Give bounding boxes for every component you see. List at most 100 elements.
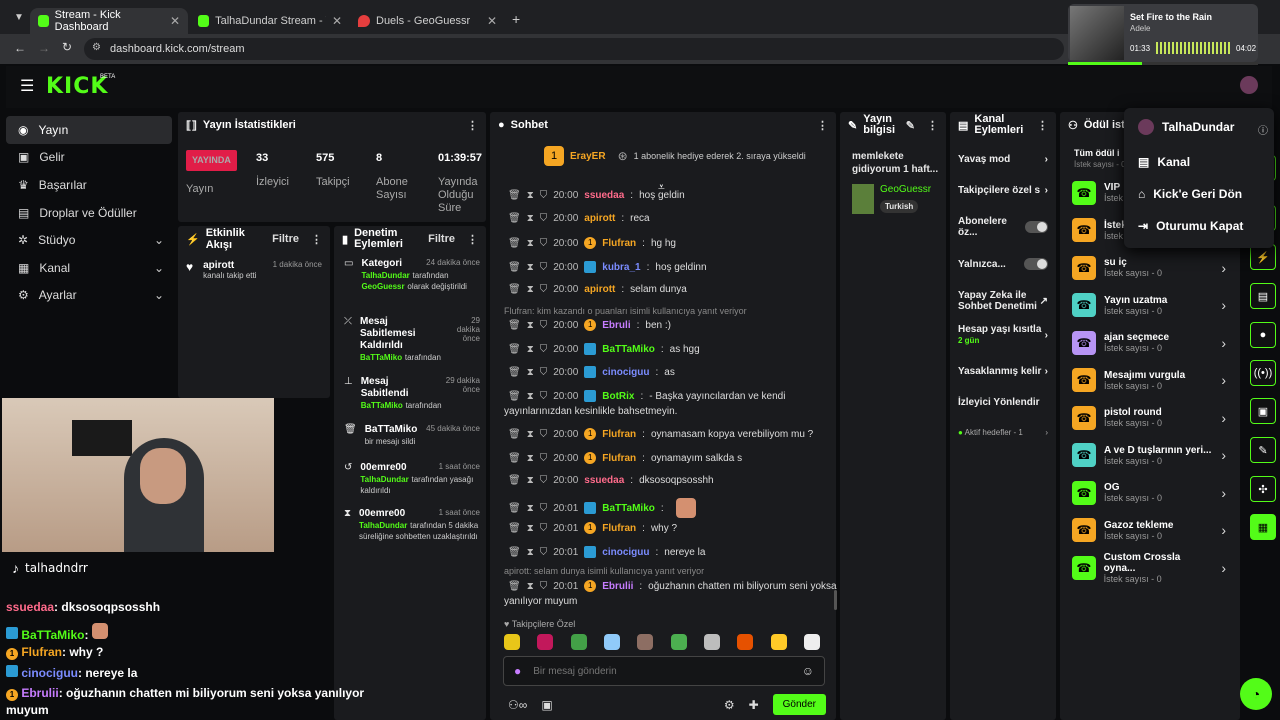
mic-icon[interactable]: ● (514, 664, 521, 678)
emote-icon[interactable] (670, 634, 687, 650)
timeout-hourglass-icon[interactable]: ⧗ (527, 391, 534, 402)
delete-message-icon[interactable]: 🗑 (508, 547, 521, 558)
emote-icon[interactable] (570, 634, 587, 650)
delete-message-icon[interactable]: 🗑 (508, 262, 521, 273)
tab-list-chevron-icon[interactable]: ▼ (14, 12, 24, 23)
ban-shield-icon[interactable]: ⛉ (540, 523, 548, 534)
action-subscribers-only[interactable]: Abonelere öz... (950, 206, 1056, 248)
menu-item-logout[interactable]: ⇥ Oturumu Kapat (1124, 210, 1274, 242)
user-avatar[interactable] (1240, 76, 1258, 94)
timeout-hourglass-icon[interactable]: ⧗ (527, 213, 534, 224)
emote-icon[interactable] (537, 634, 554, 650)
message-username[interactable]: Flufran (602, 238, 636, 249)
timeout-hourglass-icon[interactable]: ⧗ (527, 367, 534, 378)
timeout-hourglass-icon[interactable]: ⧗ (527, 284, 534, 295)
action-slow-mode[interactable]: Yavaş mod › (950, 144, 1056, 175)
message-username[interactable]: Ebruli (602, 320, 630, 331)
message-username[interactable]: BaTTaMiko (602, 344, 655, 355)
message-username[interactable]: ssuedaa (584, 190, 624, 201)
ban-shield-icon[interactable]: ⛉ (540, 320, 548, 331)
emote-icon[interactable] (637, 634, 654, 650)
ban-shield-icon[interactable]: ⛉ (540, 262, 548, 273)
ban-shield-icon[interactable]: ⛉ (540, 547, 548, 558)
shop-icon[interactable]: ▣ (541, 698, 552, 712)
new-tab-plus-icon[interactable]: + (512, 11, 520, 27)
support-chat-button[interactable]: ◔ (1240, 678, 1272, 710)
sidebar-item-yayin[interactable]: ◉ Yayın (6, 116, 172, 144)
ban-shield-icon[interactable]: ⛉ (540, 503, 548, 514)
category-name[interactable]: GeoGuessr (880, 184, 931, 195)
ban-shield-icon[interactable]: ⛉ (540, 391, 548, 402)
sidebar-item-basarilar[interactable]: ♛ Başarılar (6, 171, 172, 199)
action-ai-moderation[interactable]: Yapay Zeka ile Sohbet Denetimi ↗ (950, 280, 1056, 322)
message-username[interactable]: cinociguu (602, 367, 649, 378)
menu-item-back-to-kick[interactable]: ⌂ Kick'e Geri Dön (1124, 178, 1274, 210)
message-username[interactable]: Flufran (602, 429, 636, 440)
message-username[interactable]: apirott (584, 213, 615, 224)
more-options-icon[interactable]: ⋮ (467, 119, 478, 132)
browser-tab-kick-dashboard[interactable]: Stream - Kick Dashboard ✕ (30, 8, 188, 34)
timeout-hourglass-icon[interactable]: ⧗ (527, 503, 534, 514)
delete-message-icon[interactable]: 🗑 (508, 238, 521, 249)
sidebar-item-gelir[interactable]: ▣ Gelir (6, 144, 172, 172)
timeout-hourglass-icon[interactable]: ⧗ (527, 581, 534, 592)
reward-item[interactable]: ☎ Gazoz tekleme İstek sayısı - 0 › (1060, 512, 1240, 550)
message-username[interactable]: BaTTaMiko (602, 503, 655, 514)
reward-item[interactable]: ☎ Mesajımı vurgula İstek sayısı - 0 › (1060, 362, 1240, 400)
action-goals[interactable]: ● Aktif hedefler - 1 › (950, 418, 1056, 447)
delete-message-icon[interactable]: 🗑 (508, 429, 521, 440)
reward-item[interactable]: ☎ OG İstek sayısı - 0 › (1060, 474, 1240, 512)
ban-shield-icon[interactable]: ⛉ (540, 581, 548, 592)
delete-message-icon[interactable]: 🗑 (508, 453, 521, 464)
reward-item[interactable]: ☎ Yayın uzatma İstek sayısı - 0 › (1060, 287, 1240, 325)
chat-scrollbar[interactable] (834, 590, 837, 610)
ban-shield-icon[interactable]: ⛉ (540, 429, 548, 440)
filter-button[interactable]: Filtre (272, 233, 299, 246)
ban-shield-icon[interactable]: ⛉ (540, 475, 548, 486)
timeout-hourglass-icon[interactable]: ⧗ (527, 523, 534, 534)
message-username[interactable]: Ebrulii (602, 581, 633, 592)
close-tab-icon[interactable]: ✕ (487, 14, 497, 28)
info-icon[interactable]: ⓘ (1258, 122, 1268, 137)
ban-shield-icon[interactable]: ⛉ (540, 284, 548, 295)
site-info-icon[interactable]: ⚙ (92, 42, 101, 53)
timeout-hourglass-icon[interactable]: ⧗ (527, 238, 534, 249)
delete-message-icon[interactable]: 🗑 (508, 190, 521, 201)
action-emotes-only[interactable]: Yalnızca... (950, 248, 1056, 280)
dock-clapper-button[interactable]: ▦ (1250, 514, 1276, 540)
dock-doc-button[interactable]: ▤ (1250, 283, 1276, 309)
dock-broadcast-button[interactable]: ((•)) (1250, 360, 1276, 386)
sidebar-item-studyo[interactable]: ✲ Stüdyo ⌄ (6, 226, 172, 254)
timeout-hourglass-icon[interactable]: ⧗ (527, 429, 534, 440)
more-options-icon[interactable]: ⋮ (467, 233, 478, 246)
delete-message-icon[interactable]: 🗑 (508, 581, 521, 592)
close-tab-icon[interactable]: ✕ (170, 14, 180, 28)
message-username[interactable]: apirott (584, 284, 615, 295)
action-raid[interactable]: İzleyici Yönlendir (950, 387, 1056, 418)
forward-arrow-icon[interactable]: → (38, 41, 50, 55)
reward-item[interactable]: ☎ Custom Crossla oyna... İstek sayısı - 0 › (1060, 549, 1240, 587)
timeout-hourglass-icon[interactable]: ⧗ (527, 262, 534, 273)
delete-message-icon[interactable]: 🗑 (508, 213, 521, 224)
ban-shield-icon[interactable]: ⛉ (540, 367, 548, 378)
dock-chat-button[interactable]: ● (1250, 322, 1276, 348)
message-username[interactable]: Flufran (602, 523, 636, 534)
emote-icon[interactable] (803, 634, 820, 650)
more-options-icon[interactable]: ⋮ (1037, 119, 1048, 132)
emoji-icon[interactable]: ☺ (802, 664, 814, 678)
reward-item[interactable]: ☎ ajan seçmece İstek sayısı - 0 › (1060, 324, 1240, 362)
timeout-hourglass-icon[interactable]: ⧗ (527, 547, 534, 558)
message-username[interactable]: ssuedaa (584, 475, 624, 486)
emote-icon[interactable] (770, 634, 787, 650)
ban-shield-icon[interactable]: ⛉ (540, 190, 548, 201)
action-account-age[interactable]: Hesap yaşı kısıtla 2 gün › (950, 322, 1056, 356)
toggle-switch[interactable] (1025, 221, 1048, 233)
more-options-icon[interactable]: ⋮ (311, 233, 322, 246)
delete-message-icon[interactable]: 🗑 (508, 367, 521, 378)
more-options-icon[interactable]: ⋮ (927, 119, 938, 132)
chat-input[interactable]: ● ☺ (503, 656, 825, 686)
back-arrow-icon[interactable]: ← (14, 41, 26, 55)
message-username[interactable]: cinociguu (602, 547, 649, 558)
delete-message-icon[interactable]: 🗑 (508, 475, 521, 486)
toggle-switch[interactable] (1024, 258, 1048, 270)
